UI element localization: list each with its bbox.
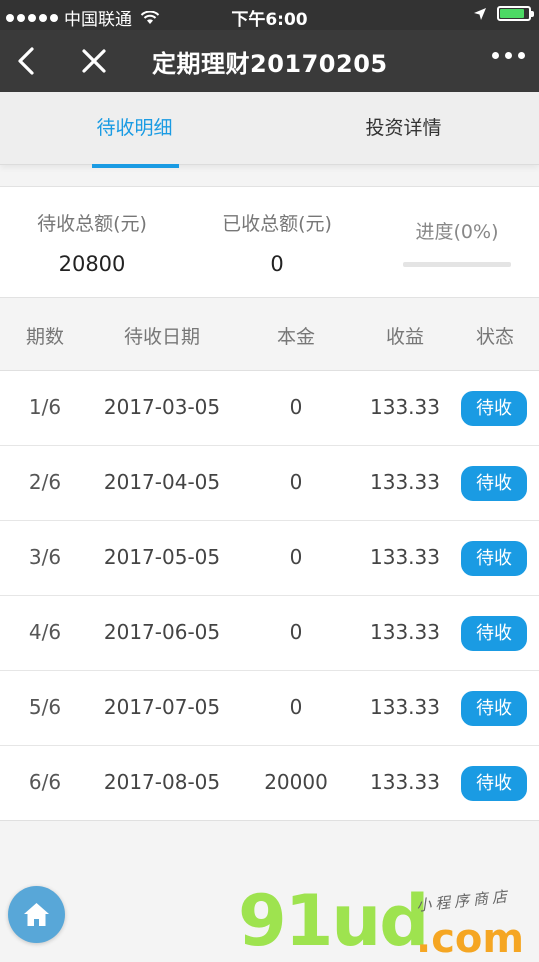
- row-income: 133.33: [370, 620, 440, 644]
- watermark-logo: 91ud 小程序商店 .com: [238, 878, 538, 962]
- nav-bar: 定期理财20170205: [0, 30, 539, 92]
- status-button[interactable]: 待收: [461, 691, 527, 726]
- row-income: 133.33: [370, 770, 440, 794]
- header-date: 待收日期: [123, 326, 200, 348]
- pending-total-label: 待收总额(元): [37, 213, 147, 235]
- pending-total-value: 20800: [58, 252, 126, 276]
- row-date: 2017-04-05: [103, 470, 221, 494]
- row-period: 2/6: [28, 470, 62, 494]
- row-income: 133.33: [370, 695, 440, 719]
- status-bar: 中国联通 下午6:00: [0, 0, 539, 30]
- status-button[interactable]: 待收: [461, 391, 527, 426]
- row-period: 6/6: [28, 770, 62, 794]
- back-chevron-icon[interactable]: [10, 43, 46, 79]
- home-icon: [24, 903, 49, 926]
- header-principal: 本金: [276, 326, 315, 348]
- status-button[interactable]: 待收: [461, 466, 527, 501]
- table-row: 2/6 2017-04-05 0 133.33 待收: [0, 446, 539, 521]
- status-button[interactable]: 待收: [461, 766, 527, 801]
- row-principal: 20000: [264, 770, 328, 794]
- header-income: 收益: [385, 326, 424, 348]
- location-arrow-icon: [474, 7, 486, 20]
- table-header: 期数 待收日期 本金 收益 状态: [0, 298, 539, 371]
- tab-pending-details[interactable]: 待收明细: [0, 92, 269, 164]
- progress-block: 进度(0%): [392, 187, 522, 267]
- row-date: 2017-06-05: [103, 620, 221, 644]
- row-principal: 0: [289, 695, 303, 719]
- received-total: 已收总额(元) 0: [207, 187, 347, 276]
- table-row: 1/6 2017-03-05 0 133.33 待收: [0, 371, 539, 446]
- header-period: 期数: [25, 326, 64, 348]
- received-total-label: 已收总额(元): [222, 213, 332, 235]
- watermark-tagline: 小程序商店: [415, 887, 512, 915]
- row-period: 4/6: [28, 620, 62, 644]
- watermark-domain: .com: [416, 916, 525, 962]
- row-period: 1/6: [28, 395, 62, 419]
- progress-bar: [403, 262, 511, 267]
- page-title: 定期理财20170205: [152, 50, 388, 78]
- row-income: 133.33: [370, 470, 440, 494]
- status-time: 下午6:00: [231, 10, 308, 30]
- more-dots-icon[interactable]: [492, 52, 525, 59]
- tab-investment-details[interactable]: 投资详情: [269, 92, 538, 164]
- tab-bar: 待收明细 投资详情: [0, 92, 539, 165]
- row-date: 2017-08-05: [103, 770, 221, 794]
- table-row: 3/6 2017-05-05 0 133.33 待收: [0, 521, 539, 596]
- table-row: 4/6 2017-06-05 0 133.33 待收: [0, 596, 539, 671]
- row-income: 133.33: [370, 395, 440, 419]
- pending-total: 待收总额(元) 20800: [22, 187, 162, 276]
- status-right: [473, 6, 534, 21]
- close-icon[interactable]: [76, 43, 112, 79]
- row-period: 3/6: [28, 545, 62, 569]
- row-principal: 0: [289, 545, 303, 569]
- row-date: 2017-05-05: [103, 545, 221, 569]
- summary-panel: 待收总额(元) 20800 已收总额(元) 0 进度(0%): [0, 186, 539, 298]
- table-row: 5/6 2017-07-05 0 133.33 待收: [0, 671, 539, 746]
- received-total-value: 0: [270, 252, 284, 276]
- battery-icon: [497, 6, 534, 21]
- row-principal: 0: [289, 395, 303, 419]
- row-principal: 0: [289, 620, 303, 644]
- row-period: 5/6: [28, 695, 62, 719]
- row-date: 2017-07-05: [103, 695, 221, 719]
- row-principal: 0: [289, 470, 303, 494]
- watermark-main: 91ud: [238, 880, 429, 962]
- status-button[interactable]: 待收: [461, 541, 527, 576]
- home-button[interactable]: [8, 886, 65, 943]
- header-status: 状态: [475, 326, 514, 348]
- row-income: 133.33: [370, 545, 440, 569]
- status-button[interactable]: 待收: [461, 616, 527, 651]
- active-tab-indicator: [92, 164, 179, 168]
- progress-label: 进度(0%): [415, 221, 499, 243]
- table-body: 1/6 2017-03-05 0 133.33 待收 2/6 2017-04-0…: [0, 371, 539, 821]
- table-row: 6/6 2017-08-05 20000 133.33 待收: [0, 746, 539, 820]
- row-date: 2017-03-05: [103, 395, 221, 419]
